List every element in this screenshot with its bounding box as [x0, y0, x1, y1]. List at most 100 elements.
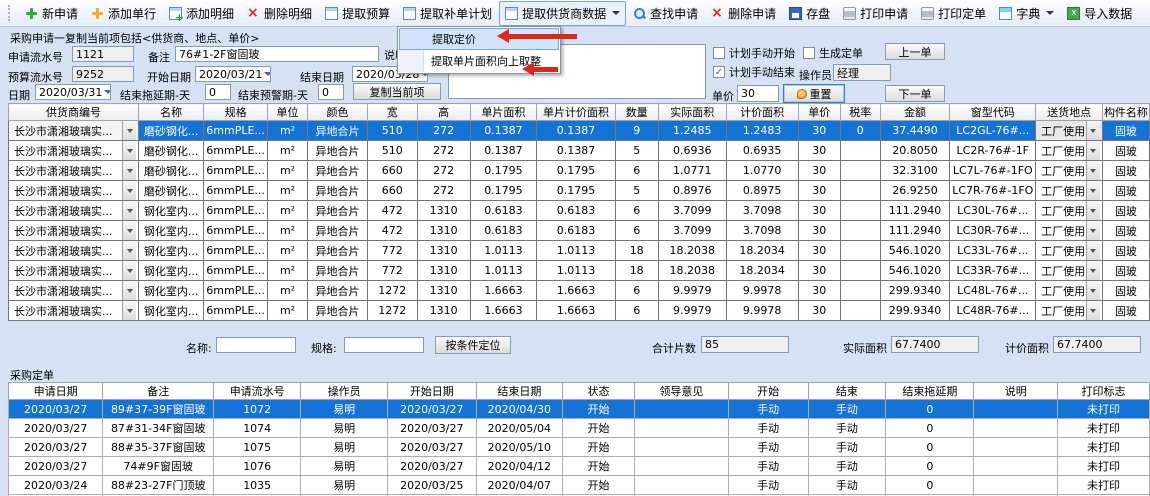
cell[interactable]: 开始	[563, 419, 635, 438]
cell[interactable]: 2020/03/24	[9, 476, 103, 495]
cell[interactable]: 299.9340	[880, 301, 949, 321]
cell[interactable]	[840, 181, 880, 201]
cell[interactable]: 磨砂钢化...	[139, 181, 204, 201]
cell[interactable]: 510	[367, 121, 417, 141]
cell[interactable]: 3.7099	[658, 201, 726, 221]
cell[interactable]: m²	[267, 301, 307, 321]
cell[interactable]: 固玻	[1102, 301, 1149, 321]
cell[interactable]: 472	[367, 221, 417, 241]
dropdown-arrow-icon[interactable]	[122, 281, 136, 300]
dropdown-arrow-icon[interactable]	[122, 221, 136, 240]
add-detail-button[interactable]: 添加明细	[163, 1, 240, 26]
cell[interactable]: 磨砂钢化...	[139, 141, 204, 161]
cell[interactable]: 异地合片	[308, 121, 368, 141]
cell[interactable]: 2020/03/27	[388, 438, 477, 457]
supplier-cell[interactable]: 长沙市潇湘玻璃实...	[9, 221, 139, 241]
table-row[interactable]: 长沙市潇湘玻璃实...钢化室内...6mmPLE...m²异地合片4721310…	[9, 221, 1150, 241]
cell[interactable]: 30	[798, 301, 840, 321]
cell[interactable]: LC48L-76#...	[950, 281, 1036, 301]
cell[interactable]: 89#37-39F窗固玻	[103, 400, 214, 419]
order-row[interactable]: 2020/03/2788#35-37F窗固玻1075易明2020/03/2720…	[9, 438, 1150, 457]
cell[interactable]: 1310	[417, 241, 470, 261]
cell[interactable]: 手动	[728, 400, 808, 419]
cell[interactable]: 固玻	[1102, 161, 1149, 181]
cell[interactable]: 磨砂钢化...	[139, 121, 204, 141]
cell[interactable]: 未打印	[1058, 400, 1150, 419]
cell[interactable]: 1.2483	[726, 121, 798, 141]
cell[interactable]: 0	[886, 457, 974, 476]
supplier-cell[interactable]: 长沙市潇湘玻璃实...	[9, 261, 139, 281]
table-row[interactable]: 长沙市潇湘玻璃实...钢化室内...6mmPLE...m²异地合片7721310…	[9, 241, 1150, 261]
cell[interactable]: 546.1020	[880, 241, 949, 261]
cell[interactable]: 2020/04/07	[476, 476, 563, 495]
new-request-button[interactable]: 新申请	[19, 1, 84, 26]
dropdown-arrow-icon[interactable]	[1086, 241, 1100, 260]
cell[interactable]: m²	[267, 281, 307, 301]
cell[interactable]: 1076	[214, 457, 301, 476]
prev-order-button[interactable]: 上一单	[885, 43, 945, 60]
cell[interactable]: 1.6663	[537, 301, 615, 321]
delivery-cell[interactable]: 工厂使用	[1036, 301, 1103, 321]
cell[interactable]: 546.1020	[880, 261, 949, 281]
cell[interactable]: 0.1387	[470, 141, 537, 161]
cell[interactable]: LC30R-76#...	[950, 221, 1036, 241]
cell[interactable]	[840, 201, 880, 221]
print-order-button[interactable]: 打印定单	[915, 1, 992, 26]
cell[interactable]: 1035	[214, 476, 301, 495]
cell[interactable]: 钢化室内...	[139, 301, 204, 321]
unit-price-input[interactable]: 30	[737, 85, 779, 102]
table-row[interactable]: 长沙市潇湘玻璃实...钢化室内...6mmPLE...m²异地合片1272131…	[9, 301, 1150, 321]
delete-detail-button[interactable]: 删除明细	[241, 1, 318, 26]
cell[interactable]: 6mmPLE...	[204, 261, 268, 281]
dropdown-arrow-icon[interactable]	[1086, 161, 1100, 180]
operator-input[interactable]: 经理	[833, 64, 891, 81]
dropdown-arrow-icon[interactable]	[122, 301, 136, 320]
cell[interactable]: 299.9340	[880, 281, 949, 301]
dropdown-arrow-icon[interactable]	[122, 181, 136, 200]
cell[interactable]: 32.3100	[880, 161, 949, 181]
cell[interactable]: 未打印	[1058, 457, 1150, 476]
cell[interactable]: 异地合片	[308, 241, 368, 261]
dropdown-arrow-icon[interactable]	[122, 241, 136, 260]
cell[interactable]: 30	[798, 281, 840, 301]
cell[interactable]: 1072	[214, 400, 301, 419]
cell[interactable]: 0.1795	[537, 161, 615, 181]
order-row[interactable]: 2020/03/2488#23-27F门顶玻1035易明2020/03/2520…	[9, 476, 1150, 495]
cell[interactable]: 3.7098	[726, 221, 798, 241]
cell[interactable]: 2020/03/25	[388, 476, 477, 495]
cell[interactable]: 易明	[301, 400, 388, 419]
cell[interactable]: 0.6936	[658, 141, 726, 161]
dropdown-arrow-icon[interactable]	[1086, 301, 1100, 320]
cell[interactable]: 6mmPLE...	[204, 241, 268, 261]
cell[interactable]: 30	[798, 201, 840, 221]
print-request-button[interactable]: 打印申请	[837, 1, 914, 26]
extract-plan-button[interactable]: 提取补单计划	[397, 1, 498, 26]
supplier-cell[interactable]: 长沙市潇湘玻璃实...	[9, 301, 139, 321]
warn-days-input[interactable]: 0	[318, 84, 344, 100]
cell[interactable]: 0	[840, 121, 880, 141]
dropdown-arrow-icon[interactable]	[1086, 281, 1100, 300]
cell[interactable]	[840, 241, 880, 261]
cell[interactable]: 472	[367, 201, 417, 221]
cell[interactable]: LC30L-76#...	[950, 201, 1036, 221]
cell[interactable]: 钢化室内...	[139, 221, 204, 241]
cell[interactable]: 6	[615, 161, 658, 181]
cell[interactable]: 772	[367, 261, 417, 281]
cell[interactable]: 固玻	[1102, 241, 1149, 261]
cell[interactable]: 异地合片	[308, 201, 368, 221]
table-row[interactable]: 长沙市潇湘玻璃实...磨砂钢化...6mmPLE...m²异地合片6602720…	[9, 161, 1150, 181]
cell[interactable]: 1310	[417, 301, 470, 321]
dropdown-arrow-icon[interactable]	[122, 141, 136, 160]
cell[interactable]	[974, 419, 1058, 438]
cell[interactable]: 0.1387	[537, 121, 615, 141]
cell[interactable]: LC33L-76#...	[950, 241, 1036, 261]
cell[interactable]: 手动	[728, 457, 808, 476]
delivery-cell[interactable]: 工厂使用	[1036, 181, 1103, 201]
table-row[interactable]: 长沙市潇湘玻璃实...磨砂钢化...6mmPLE...m²异地合片5102720…	[9, 141, 1150, 161]
cell[interactable]: 异地合片	[308, 161, 368, 181]
cell[interactable]: 6mmPLE...	[204, 221, 268, 241]
cell[interactable]: 0.1795	[537, 181, 615, 201]
cell[interactable]: 2020/03/27	[9, 457, 103, 476]
cell[interactable]: 1.0770	[726, 161, 798, 181]
delete-request-button[interactable]: 删除申请	[705, 1, 782, 26]
